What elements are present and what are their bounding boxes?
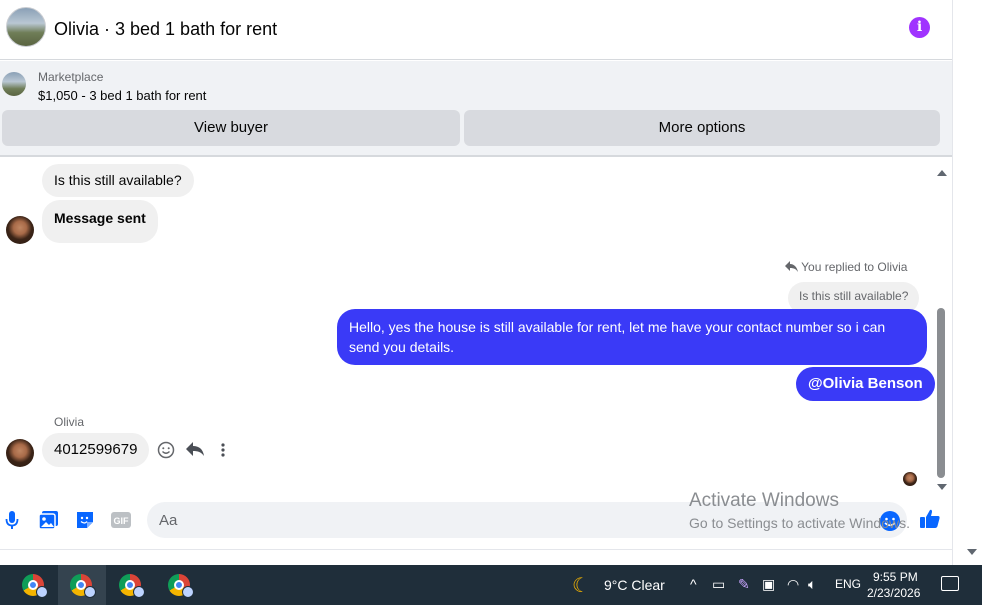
olivia-avatar[interactable] <box>6 439 34 467</box>
olivia-avatar[interactable] <box>6 216 34 244</box>
messenger-panel: Olivia · 3 bed 1 bath for rent i Marketp… <box>0 0 952 550</box>
react-emoji-icon[interactable] <box>157 441 175 459</box>
page-scroll-down-icon[interactable] <box>967 549 977 555</box>
photo-icon[interactable] <box>38 509 60 531</box>
sender-name: Olivia <box>54 415 85 429</box>
reply-indicator-text: You replied to Olivia <box>801 260 908 274</box>
emoji-icon[interactable] <box>879 510 901 532</box>
listing-avatar[interactable] <box>6 7 46 47</box>
incoming-message[interactable]: 4012599679 <box>42 433 150 467</box>
chat-header: Olivia · 3 bed 1 bath for rent i <box>0 0 952 60</box>
notifications-icon[interactable] <box>941 576 959 591</box>
message-input[interactable] <box>147 502 907 538</box>
message-composer: GIF <box>0 498 952 546</box>
battery-icon[interactable]: ▭ <box>712 576 725 593</box>
weather-label[interactable]: 9°C Clear <box>604 577 665 593</box>
pen-icon[interactable]: ✎ <box>738 576 750 593</box>
more-actions-icon[interactable] <box>220 441 226 459</box>
taskbar-chrome-app[interactable] <box>107 565 155 605</box>
moon-icon: ☾ <box>572 575 590 597</box>
wifi-icon[interactable]: ◠ <box>787 576 799 593</box>
info-icon[interactable]: i <box>909 17 930 38</box>
clock-time[interactable]: 9:55 PM <box>873 570 918 584</box>
taskbar-chrome-app[interactable] <box>10 565 58 605</box>
taskbar: ☾ 9°C Clear ^ ▭ ✎ ▣ ◠ 🔈︎ ENG 9:55 PM 2/2… <box>0 565 982 605</box>
chevron-up-icon[interactable]: ^ <box>690 576 697 592</box>
profile-badge-icon <box>133 586 145 598</box>
listing-source: Marketplace <box>38 70 104 84</box>
view-buyer-button[interactable]: View buyer <box>2 110 460 146</box>
sticker-icon[interactable] <box>74 509 96 531</box>
seen-receipt-avatar <box>903 472 917 486</box>
taskbar-chrome-app[interactable] <box>156 565 204 605</box>
scroll-up-icon[interactable] <box>937 170 947 176</box>
reply-indicator: You replied to Olivia <box>785 260 907 274</box>
microphone-icon[interactable] <box>4 509 26 531</box>
like-icon[interactable] <box>919 508 941 530</box>
more-options-button[interactable]: More options <box>464 110 940 146</box>
profile-badge-icon <box>84 586 96 598</box>
profile-badge-icon <box>36 586 48 598</box>
gif-icon[interactable]: GIF <box>110 509 132 531</box>
incoming-message[interactable]: Message sent <box>42 200 158 243</box>
listing-title[interactable]: $1,050 - 3 bed 1 bath for rent <box>38 88 206 103</box>
taskbar-chrome-app[interactable] <box>58 565 106 605</box>
incoming-message[interactable]: Is this still available? <box>42 164 194 197</box>
listing-thumbnail[interactable] <box>2 72 26 96</box>
thread-scrollbar[interactable] <box>935 166 947 491</box>
reply-icon <box>785 261 798 272</box>
clock-date[interactable]: 2/23/2026 <box>867 586 920 600</box>
volume-icon[interactable]: 🔈︎ <box>808 576 816 593</box>
message-thread[interactable]: Is this still available? Message sent Yo… <box>0 158 952 493</box>
reply-icon[interactable] <box>186 441 204 459</box>
meet-icon[interactable]: ▣ <box>762 576 775 593</box>
profile-badge-icon <box>182 586 194 598</box>
language-indicator[interactable]: ENG <box>835 577 861 591</box>
outgoing-mention-message[interactable]: @Olivia Benson <box>796 367 935 401</box>
scroll-thumb[interactable] <box>937 308 945 478</box>
svg-text:GIF: GIF <box>114 516 130 526</box>
marketplace-listing-bar: Marketplace $1,050 - 3 bed 1 bath for re… <box>0 61 952 157</box>
outgoing-message[interactable]: Hello, yes the house is still available … <box>337 309 927 365</box>
page-scrollbar[interactable] <box>952 0 982 565</box>
chat-title[interactable]: Olivia · 3 bed 1 bath for rent <box>54 19 277 40</box>
scroll-down-icon[interactable] <box>937 484 947 490</box>
